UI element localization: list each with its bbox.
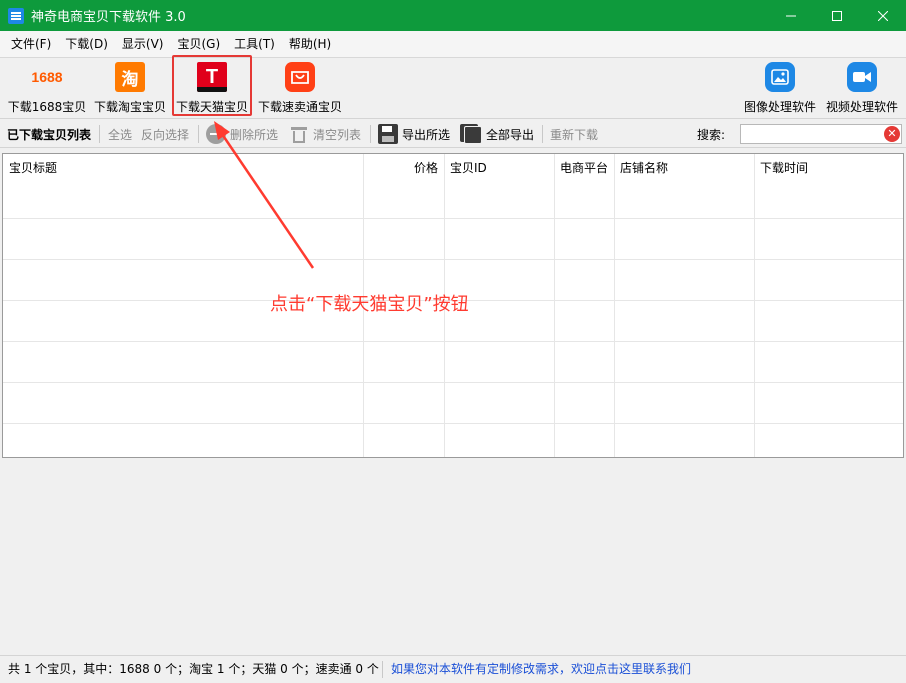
annotation-text: 点击“下载天猫宝贝”按钮	[270, 294, 469, 315]
status-bar: 共 1 个宝贝，其中：1688 0 个；淘宝 1 个；天猫 0 个；速卖通 0 …	[0, 655, 906, 683]
status-summary: 共 1 个宝贝，其中：1688 0 个；淘宝 1 个；天猫 0 个；速卖通 0 …	[8, 662, 379, 676]
contact-link[interactable]: 如果您对本软件有定制修改需求，欢迎点击这里联系我们	[391, 656, 691, 683]
separator	[382, 661, 383, 678]
annotation-arrow	[214, 121, 315, 269]
